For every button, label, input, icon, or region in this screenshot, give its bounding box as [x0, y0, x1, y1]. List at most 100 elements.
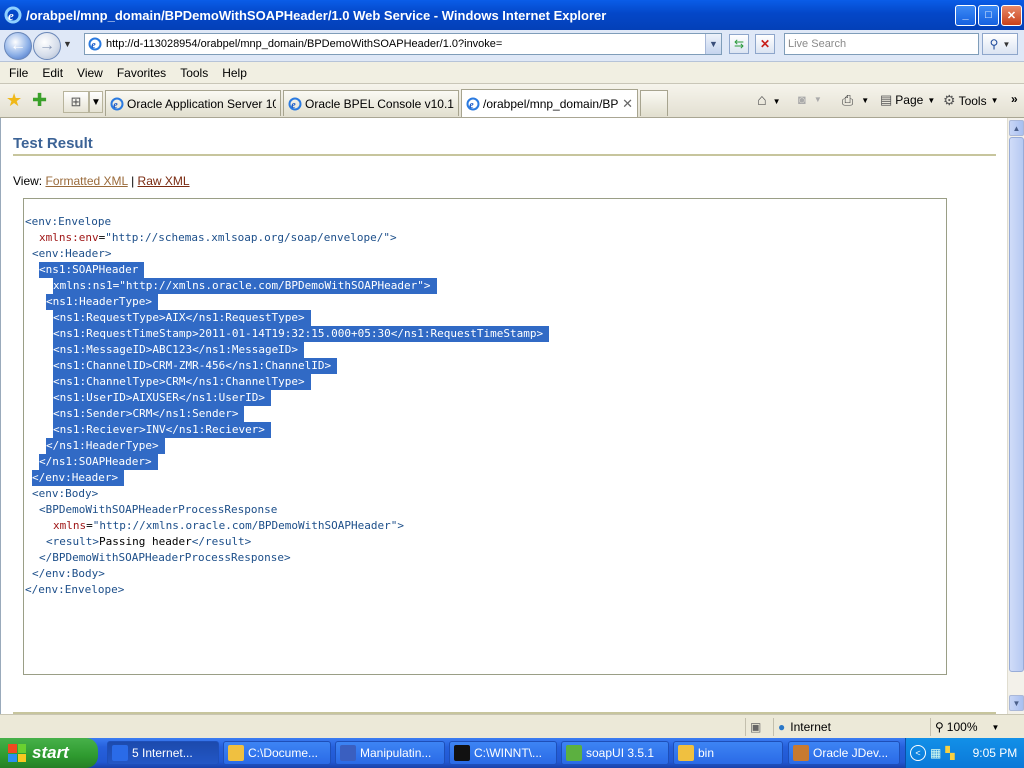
- tray-expand-icon[interactable]: <: [910, 745, 926, 761]
- maximize-button[interactable]: □: [978, 4, 999, 26]
- page-menu-button[interactable]: ▤ Page ▼: [880, 92, 935, 108]
- xml-token: </result>: [191, 535, 252, 548]
- xml-token: <ns1:HeaderType>: [46, 295, 152, 308]
- svg-text:e: e: [91, 40, 96, 51]
- taskbar-item-label: 5 Internet...: [132, 746, 193, 760]
- xml-line: xmlns:env="http://schemas.xmlsoap.org/so…: [39, 230, 403, 246]
- tools-menu-button[interactable]: ⚙ Tools ▼: [943, 92, 999, 109]
- menu-file[interactable]: File: [2, 66, 35, 80]
- xml-token: <ns1:ChannelType>: [53, 375, 166, 388]
- close-button[interactable]: ✕: [1001, 4, 1022, 26]
- menu-edit[interactable]: Edit: [35, 66, 70, 80]
- menu-view[interactable]: View: [70, 66, 110, 80]
- zoom-control[interactable]: ⚲ 100% ▼: [930, 718, 1010, 736]
- scroll-up-icon[interactable]: ▲: [1009, 120, 1024, 136]
- security-zone[interactable]: ● Internet: [773, 718, 928, 736]
- scroll-down-icon[interactable]: ▼: [1009, 695, 1024, 711]
- taskbar-item-label: bin: [698, 746, 715, 760]
- scrollbar-thumb[interactable]: [1009, 137, 1024, 672]
- xml-line: </ns1:SOAPHeader>: [39, 454, 158, 470]
- tab-list-button[interactable]: ▼: [89, 91, 103, 113]
- menu-favorites[interactable]: Favorites: [110, 66, 173, 80]
- tab-oracle-application-server[interactable]: e Oracle Application Server 10...: [105, 90, 281, 116]
- xml-token: xmlns: [53, 519, 87, 532]
- xml-line: </env:Header>: [32, 470, 125, 486]
- volume-icon[interactable]: ▚: [945, 746, 954, 760]
- taskbar-item-label: C:\Docume...: [248, 746, 319, 760]
- taskbar-app-icon: [678, 745, 694, 761]
- new-tab-button[interactable]: [640, 90, 668, 116]
- xml-token: <env:Header>: [32, 247, 112, 260]
- taskbar-item[interactable]: Oracle JDev...: [788, 741, 900, 765]
- xml-line: <env:Header>: [32, 246, 117, 262]
- xml-line: <env:Envelope: [25, 214, 117, 230]
- refresh-icon: ⇆: [733, 37, 745, 51]
- tab-web-service-active[interactable]: e /orabpel/mnp_domain/BP... ✕: [461, 89, 638, 117]
- window-title-bar[interactable]: e /orabpel/mnp_domain/BPDemoWithSOAPHead…: [0, 0, 1024, 30]
- menu-help[interactable]: Help: [215, 66, 254, 80]
- search-icon: ⚲: [989, 37, 999, 51]
- favorites-star-icon[interactable]: ★: [6, 90, 22, 111]
- add-favorites-icon[interactable]: ✚: [32, 90, 47, 111]
- taskbar-item[interactable]: C:\WINNT\...: [449, 741, 557, 765]
- quick-tabs-button[interactable]: ⊞: [63, 91, 89, 113]
- taskbar-item[interactable]: soapUI 3.5.1: [561, 741, 669, 765]
- xml-token: <ns1:SOAPHeader: [39, 263, 139, 276]
- home-icon: ⌂: [757, 92, 767, 109]
- print-button[interactable]: ⎙ ▼: [842, 92, 869, 109]
- network-icon[interactable]: ▦: [930, 746, 941, 760]
- tab-page-icon: e: [110, 97, 124, 111]
- search-options-icon: ▼: [1002, 39, 1011, 49]
- status-bar: ▣ ● Internet ⚲ 100% ▼: [0, 714, 1024, 738]
- taskbar-item[interactable]: bin: [673, 741, 783, 765]
- xml-line: xmlns:ns1="http://xmlns.oracle.com/BPDem…: [53, 278, 437, 294]
- tab-label: Oracle BPEL Console v10.1.3...: [305, 96, 454, 111]
- vertical-scrollbar[interactable]: ▲ ▼: [1007, 118, 1024, 714]
- recent-pages-dropdown-icon[interactable]: ▼: [63, 39, 72, 49]
- forward-button[interactable]: →: [33, 32, 61, 60]
- tab-close-icon[interactable]: ✕: [622, 96, 633, 112]
- taskbar-item[interactable]: Manipulatin...: [335, 741, 445, 765]
- back-button[interactable]: ←: [4, 32, 32, 60]
- xml-result-panel[interactable]: <env:Envelope xmlns:env="http://schemas.x…: [23, 198, 947, 675]
- xml-token: </BPDemoWithSOAPHeaderProcessResponse>: [39, 551, 291, 564]
- xml-token: <ns1:Reciever>: [53, 423, 146, 436]
- taskbar-item-label: soapUI 3.5.1: [586, 746, 655, 760]
- formatted-xml-link[interactable]: Formatted XML: [45, 174, 127, 188]
- xml-line: <result>Passing header</result>: [46, 534, 257, 550]
- address-url[interactable]: http://d-113028954/orabpel/mnp_domain/BP…: [106, 38, 705, 50]
- xml-token: </ns1:UserID>: [178, 391, 265, 404]
- system-tray: < ▦ ▚ 9:05 PM: [905, 738, 1024, 768]
- page-title: Test Result: [13, 135, 93, 152]
- menu-tools[interactable]: Tools: [173, 66, 215, 80]
- refresh-button[interactable]: ⇆: [729, 34, 749, 54]
- stop-button[interactable]: ✕: [755, 34, 775, 54]
- raw-xml-link[interactable]: Raw XML: [138, 174, 190, 188]
- print-dropdown-icon: ▼: [861, 96, 870, 105]
- address-field[interactable]: e http://d-113028954/orabpel/mnp_domain/…: [84, 33, 722, 55]
- xml-line: <BPDemoWithSOAPHeaderProcessResponse: [39, 502, 283, 518]
- taskbar-item[interactable]: C:\Docume...: [223, 741, 331, 765]
- xml-token: <env:Body>: [32, 487, 99, 500]
- quick-tabs-icon: ⊞: [70, 94, 82, 109]
- xml-line: <ns1:MessageID>ABC123</ns1:MessageID>: [53, 342, 305, 358]
- search-input[interactable]: Live Search: [784, 33, 979, 55]
- search-button[interactable]: ⚲ ▼: [982, 33, 1018, 55]
- minimize-button[interactable]: _: [955, 4, 976, 26]
- clock[interactable]: 9:05 PM: [973, 746, 1018, 760]
- page-icon: ▤: [880, 92, 893, 107]
- toolbar-overflow-button[interactable]: »: [1011, 92, 1018, 106]
- tab-oracle-bpel-console[interactable]: e Oracle BPEL Console v10.1.3...: [283, 90, 459, 116]
- feeds-button[interactable]: ◙ ▼: [798, 92, 822, 107]
- protected-mode-segment[interactable]: ▣: [745, 718, 773, 736]
- taskbar-item[interactable]: 5 Internet...: [107, 741, 219, 765]
- page-content: Test Result View: Formatted XML | Raw XM…: [0, 118, 1007, 714]
- xml-token: <ns1:Sender>: [53, 407, 133, 420]
- home-button[interactable]: ⌂ ▼: [757, 92, 781, 110]
- forward-arrow-icon: →: [39, 37, 55, 54]
- start-button[interactable]: start: [0, 738, 98, 768]
- xml-token: </ns1:ChannelID>: [225, 359, 332, 372]
- address-dropdown-icon[interactable]: ▼: [705, 34, 721, 54]
- xml-line: <env:Body>: [32, 486, 104, 502]
- xml-token: 2011-01-14T19:32:15.000+05:30: [198, 327, 391, 340]
